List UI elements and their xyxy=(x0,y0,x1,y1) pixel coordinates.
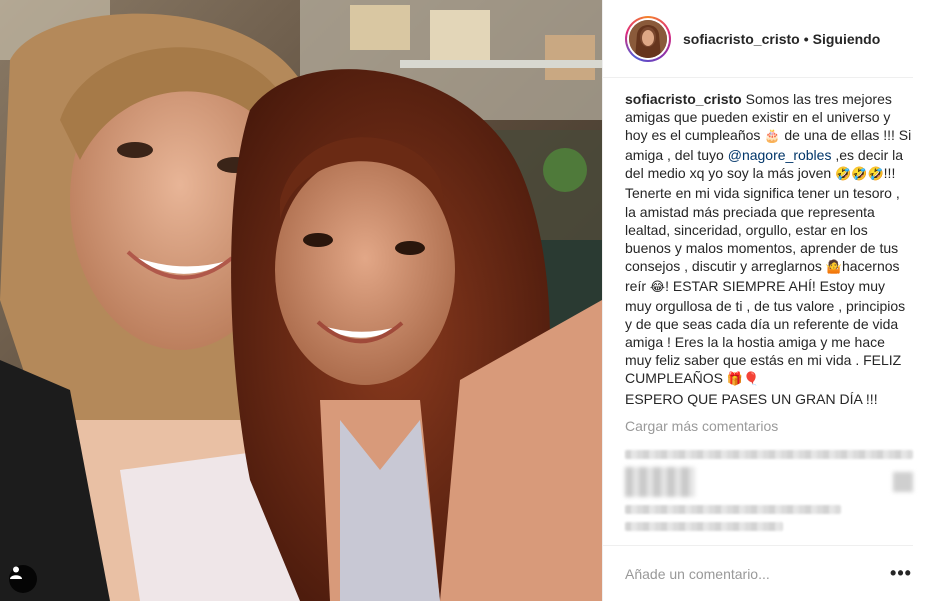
story-ring[interactable] xyxy=(625,15,671,62)
header-username[interactable]: sofiacristo_cristo xyxy=(683,31,800,47)
follow-status-button[interactable]: Siguiendo xyxy=(813,31,881,47)
caption-username[interactable]: sofiacristo_cristo xyxy=(625,91,742,107)
user-tag-icon[interactable] xyxy=(9,565,37,593)
post-sidebar: sofiacristo_cristo • Siguiendo sofiacristo… xyxy=(602,0,937,601)
mention-link[interactable]: @nagore_robles xyxy=(728,147,832,163)
header-text: sofiacristo_cristo • Siguiendo xyxy=(683,31,880,47)
instagram-post: sofiacristo_cristo • Siguiendo sofiacristo… xyxy=(0,0,937,601)
header-separator: • xyxy=(803,30,809,47)
comment-input[interactable] xyxy=(625,565,889,582)
shrug-emoji: 🤷 xyxy=(825,259,842,275)
blurred-comments xyxy=(625,449,913,531)
caption-paragraph-1: sofiacristo_cristo Somos las tres mejore… xyxy=(625,91,912,183)
gift-balloon-emoji: 🎁🎈 xyxy=(726,372,760,388)
caption-paragraph-2: Tenerte en mi vida significa tener un te… xyxy=(625,185,906,407)
joy-emoji: 😂 xyxy=(649,279,666,295)
post-header: sofiacristo_cristo • Siguiendo xyxy=(603,0,913,78)
cake-emoji: 🎂 xyxy=(764,129,781,145)
caption: sofiacristo_cristo Somos las tres mejore… xyxy=(603,78,937,408)
more-options-icon[interactable]: ••• xyxy=(889,563,913,584)
comment-footer: ••• xyxy=(603,545,913,601)
post-photo[interactable] xyxy=(0,0,602,601)
load-more-comments-link[interactable]: Cargar más comentarios xyxy=(625,418,778,434)
laugh-emoji: 🤣🤣🤣 xyxy=(835,167,884,183)
avatar[interactable] xyxy=(629,19,667,58)
selfie-image xyxy=(0,0,602,601)
